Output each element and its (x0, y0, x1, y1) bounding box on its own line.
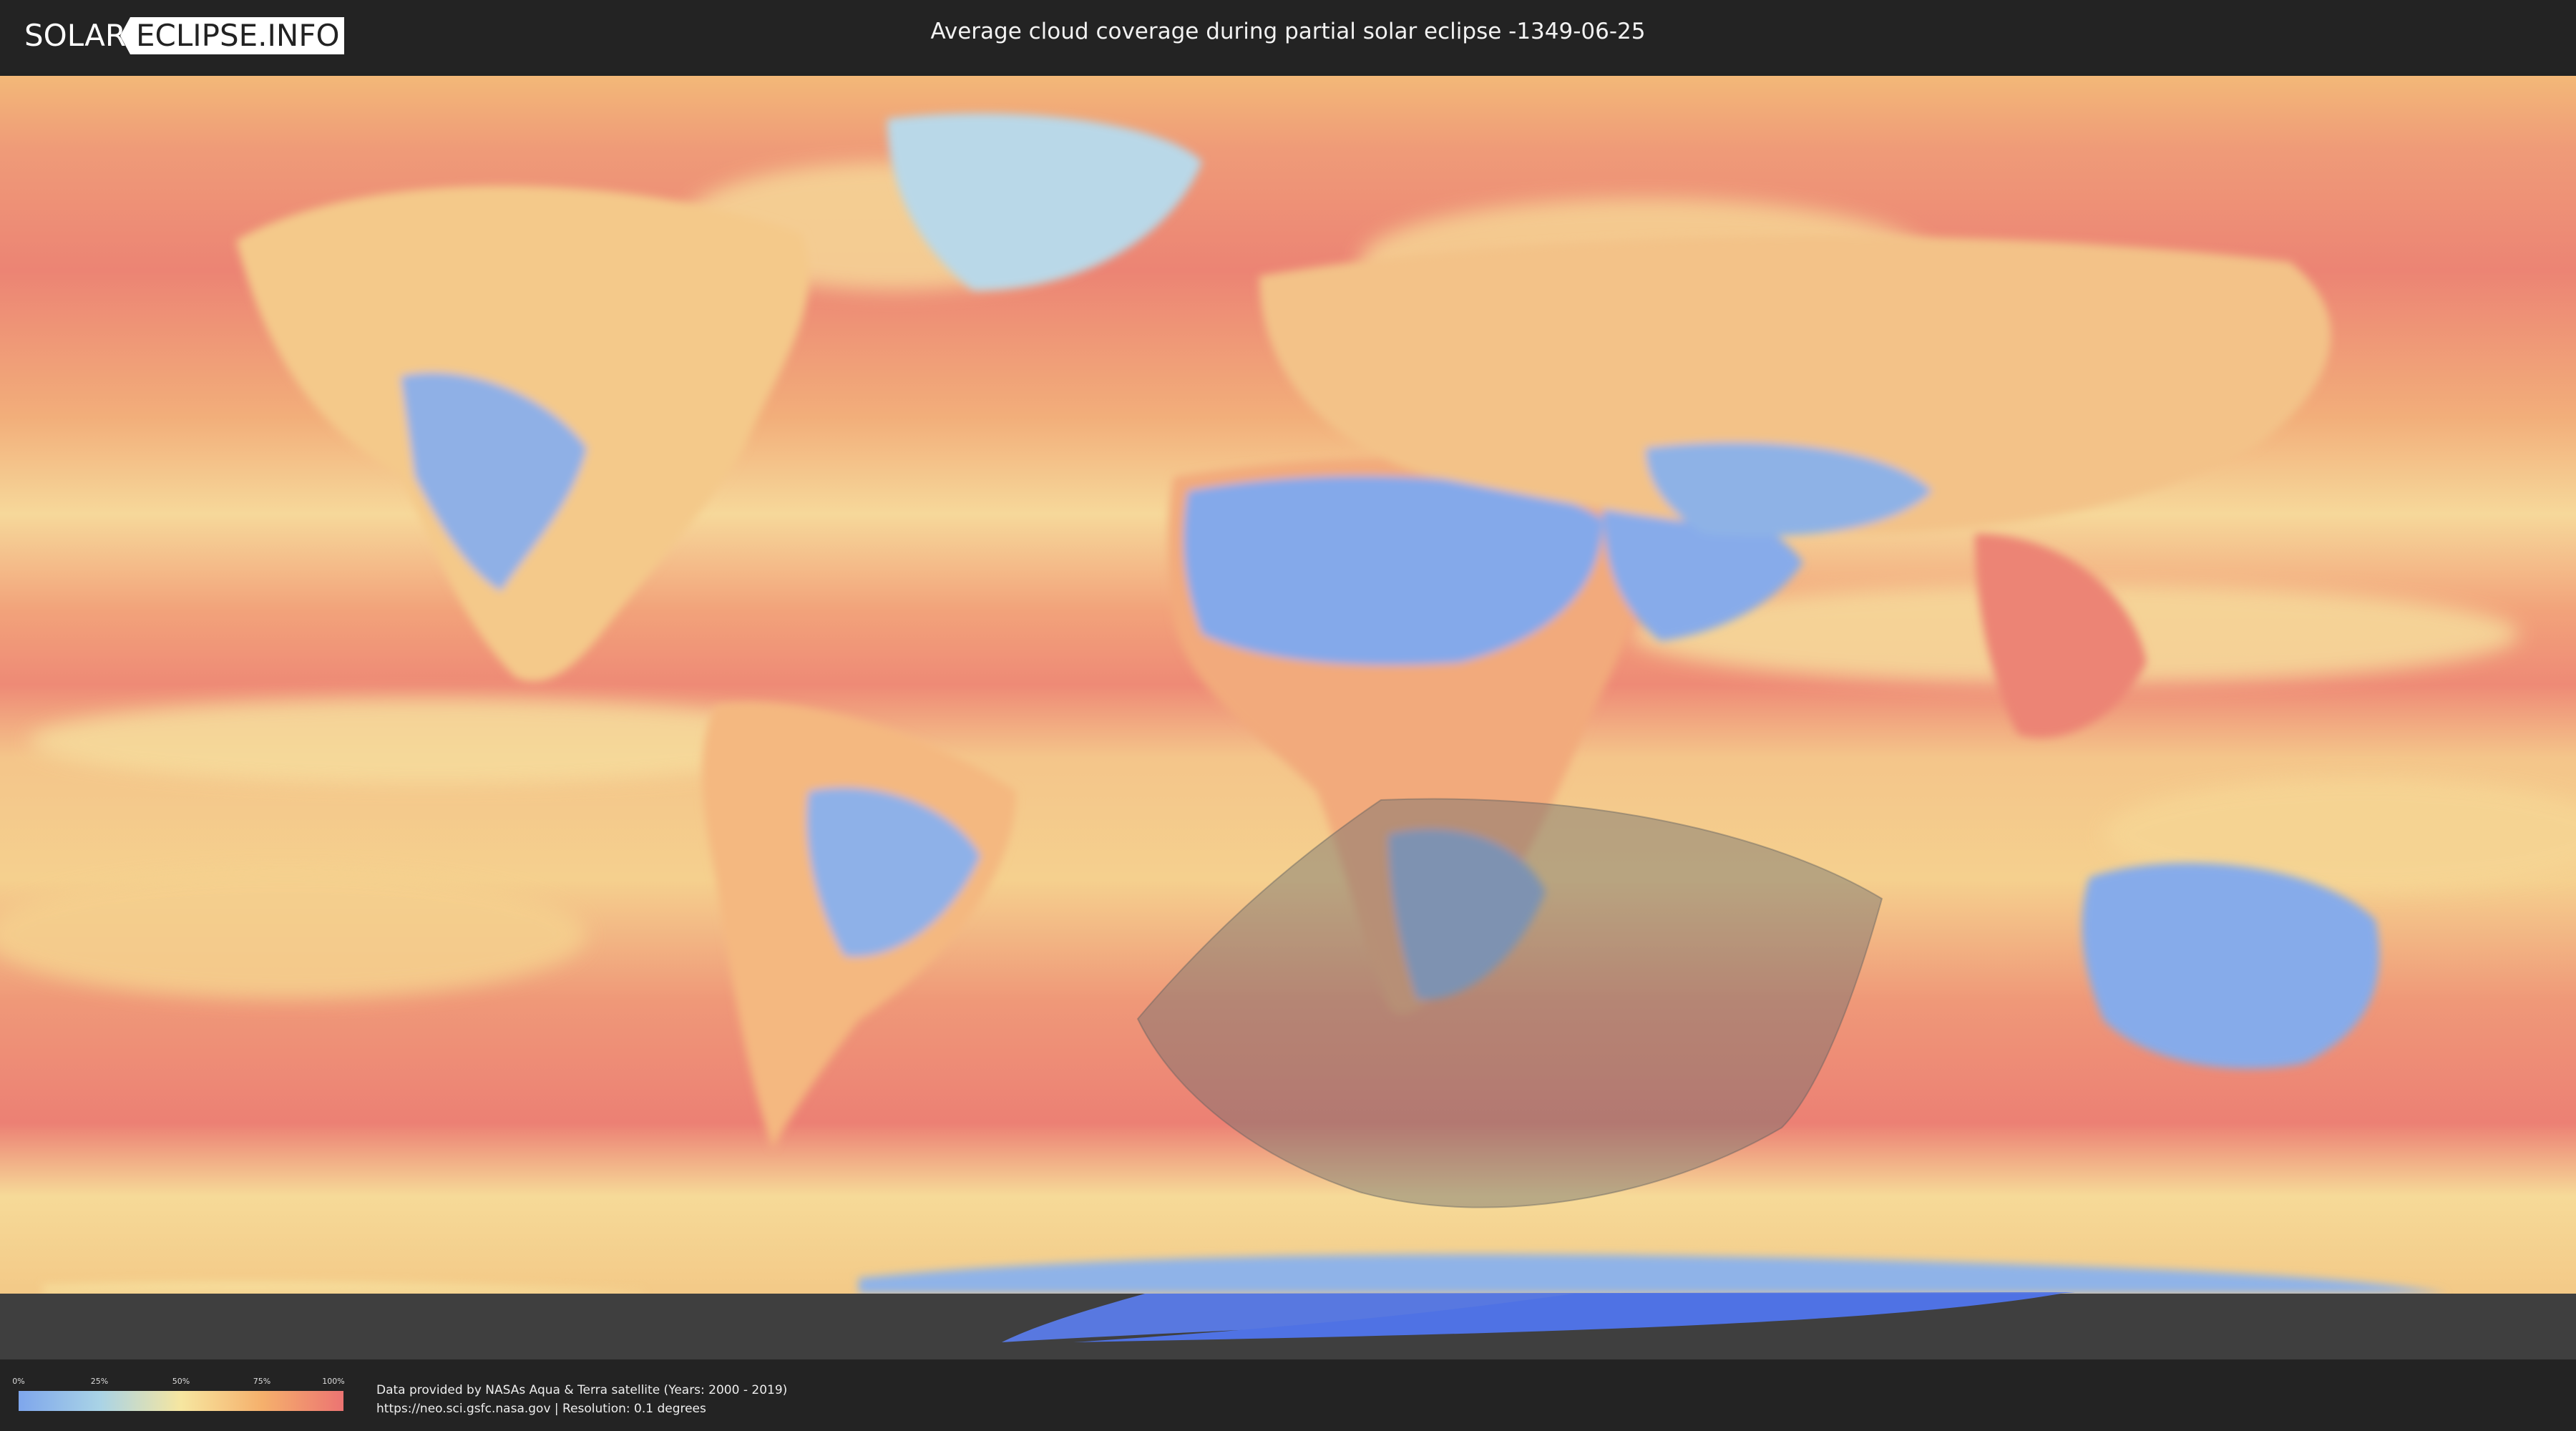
legend-color-bar (19, 1391, 343, 1411)
credits-line-source: Data provided by NASAs Aqua & Terra sate… (376, 1383, 788, 1397)
legend-tick-100: 100% (322, 1377, 345, 1386)
header-bar: SOLAR ECLIPSE.INFO Average cloud coverag… (0, 0, 2576, 72)
data-credits: Data provided by NASAs Aqua & Terra sate… (376, 1381, 787, 1418)
cloud-coverage-map (0, 76, 2576, 1359)
page-title: Average cloud coverage during partial so… (930, 19, 1646, 44)
credits-line-url[interactable]: https://neo.sci.gsfc.nasa.gov | Resoluti… (376, 1400, 787, 1418)
legend-tick-0: 0% (12, 1377, 25, 1386)
map-canvas (0, 76, 2576, 1359)
footer-bar: 0% 25% 50% 75% 100% Data provided by NAS… (0, 1359, 2576, 1431)
legend-tick-75: 75% (253, 1377, 271, 1386)
legend-tick-50: 50% (172, 1377, 190, 1386)
legend-tick-25: 25% (90, 1377, 109, 1386)
cloud-coverage-legend: 0% 25% 50% 75% 100% (12, 1377, 345, 1411)
legend-ticks: 0% 25% 50% 75% 100% (12, 1377, 345, 1390)
